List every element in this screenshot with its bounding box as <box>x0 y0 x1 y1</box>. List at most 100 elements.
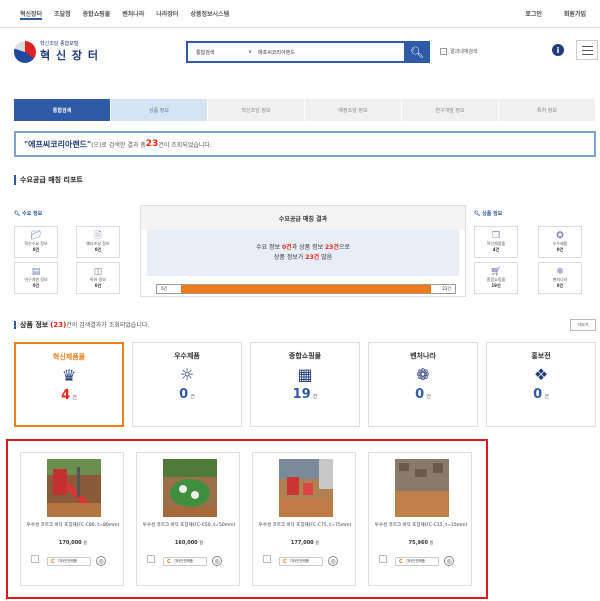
search-bar: 통합검색 ∨ 에프씨코리아랜드 🔍︎ <box>186 41 430 63</box>
topnav-shopping[interactable]: 종합쇼핑몰 <box>83 9 111 20</box>
category-badge[interactable]: C 기타안전제품 <box>395 557 439 566</box>
product-checkbox[interactable] <box>147 555 155 563</box>
category-shopping[interactable]: 종합쇼핑몰 ▦ 19 건 <box>250 342 360 427</box>
product-card[interactable]: 투수성 코르크 바닥 포장재(FC-C50, t=50mm) 160,000 원… <box>136 452 240 586</box>
more-button[interactable]: 더보기 <box>570 319 596 331</box>
product-card[interactable]: 투수성 코르크 바닥 포장재(FC-C75, t=75mm) 177,000 원… <box>252 452 356 586</box>
sun-icon: ☼ <box>179 365 195 384</box>
category-badge-icon: C <box>167 558 171 565</box>
demand-rnd[interactable]: ▤ 연구개발 정보 0건 <box>14 262 58 294</box>
demand-patent[interactable]: ◫ 특허 정보 0건 <box>76 262 120 294</box>
result-count: 23 <box>145 139 159 149</box>
badge-icon: ❖ <box>533 365 549 384</box>
bookmark-icon[interactable]: ◎ <box>96 556 106 566</box>
chart-icon: ◫ <box>93 267 103 277</box>
login-link[interactable]: 로그인 <box>525 9 542 18</box>
chevron-down-icon: ∨ <box>248 48 252 55</box>
demand-planned[interactable]: 🗎 예타조달 정보 0건 <box>76 226 120 258</box>
product-name: 투수성 코르크 바닥 포장재(FC-C75, t=75mm) <box>258 523 352 528</box>
tab-planned-procurement[interactable]: 예정조달 정보 <box>305 99 402 121</box>
folder-icon: 📁︎ <box>30 231 42 241</box>
product-innovation[interactable]: ❒ 혁신제품몰 4건 <box>474 226 518 258</box>
category-innovation[interactable]: 혁신제품몰 ♛ 4건 <box>14 342 124 427</box>
bookmark-icon[interactable]: ◎ <box>212 556 222 566</box>
store-icon: ▦ <box>297 365 313 384</box>
info-icon[interactable]: i <box>552 44 564 56</box>
category-badge-icon: C <box>283 558 287 565</box>
product-venture[interactable]: ❄ 벤처나라 0건 <box>538 262 582 294</box>
checkbox-label: 결과내재검색 <box>450 49 478 55</box>
product-card[interactable]: 투수성 코르크 바닥 포장재(FC-C15, t=15mm) 75,960 원 … <box>368 452 472 586</box>
category-excellent[interactable]: 우수제품 ☼ 0건 <box>132 342 242 427</box>
demand-innovation[interactable]: 📁︎ 혁신수요 정보 0건 <box>14 226 58 258</box>
topnav-innovation[interactable]: 혁신장터 <box>20 9 43 20</box>
result-summary: "에프씨코리아랜드" (으)로 검색한 결과 총 23 건이 조회되었습니다. <box>14 131 596 157</box>
product-name: 투수성 코르크 바닥 포장재(FC-C15, t=15mm) <box>374 523 468 528</box>
search-within-results[interactable]: 결과내재검색 <box>440 48 478 55</box>
search-scope-select[interactable]: 통합검색 ∨ <box>188 49 258 56</box>
tab-patent[interactable]: 특허 정보 <box>499 99 596 121</box>
product-card[interactable]: 투수성 코르크 바닥 포장재(FC-C80, t=80mm) 170,000 원… <box>20 452 124 586</box>
calendar-icon: ▤ <box>31 267 41 277</box>
topnav-nara[interactable]: 나라장터 <box>156 9 178 20</box>
product-checkbox[interactable] <box>379 555 387 563</box>
header: 혁신조달 종합포털 혁 신 장 터 통합검색 ∨ 에프씨코리아랜드 🔍︎ 결과내재… <box>0 30 600 80</box>
bookmark-icon[interactable]: ◎ <box>444 556 454 566</box>
category-row: 혁신제품몰 ♛ 4건 우수제품 ☼ 0건 종합쇼핑몰 ▦ 19 건 벤처나라 ❁ … <box>14 342 596 427</box>
tab-product[interactable]: 상품 정보 <box>111 99 208 121</box>
category-badge[interactable]: C 기타안전제품 <box>279 557 323 566</box>
demand-info-title: 🔍︎ 수요 정보 <box>14 211 43 217</box>
product-image <box>395 459 449 517</box>
category-badge[interactable]: C 기타안전제품 <box>47 557 91 566</box>
product-price: 160,000 원 <box>174 540 204 546</box>
product-section-header: 상품 정보 (23)건의 검색결과가 조회되었습니다. <box>14 320 149 330</box>
product-shopping[interactable]: 🛒︎ 종합쇼핑몰 19건 <box>474 262 518 294</box>
hamburger-menu-icon[interactable] <box>576 40 598 60</box>
signup-link[interactable]: 회원가입 <box>564 9 586 18</box>
product-image <box>47 459 101 517</box>
product-info-title: 🔍︎ 상품 정보 <box>474 211 503 217</box>
product-checkbox[interactable] <box>263 555 271 563</box>
tab-rnd[interactable]: 연구개발 정보 <box>402 99 499 121</box>
category-badge-icon: C <box>399 558 403 565</box>
product-section-title: 상품 정보 <box>14 321 49 329</box>
category-venture[interactable]: 벤처나라 ❁ 0건 <box>368 342 478 427</box>
logo-subtitle: 혁신조달 종합포털 <box>40 41 79 47</box>
search-icon: 🔍︎ <box>474 211 483 217</box>
medal-icon: ❁ <box>416 365 430 384</box>
matching-summary: 수요 정보 0건과 상품 정보 23건으로 상품 정보가 23건 많음 <box>147 230 459 276</box>
matching-progress-bar: 0건 23건 <box>156 284 456 294</box>
snowflake-icon: ❄ <box>556 267 564 277</box>
site-logo[interactable]: 혁신조달 종합포털 혁 신 장 터 <box>14 40 99 63</box>
search-input[interactable]: 에프씨코리아랜드 <box>258 49 404 56</box>
product-checkbox[interactable] <box>31 555 39 563</box>
topnav-pps[interactable]: 조달청 <box>54 9 71 20</box>
cube-icon: ❒ <box>491 231 501 241</box>
supply-section-title: 수요공급 매칭 리포트 <box>14 175 83 185</box>
product-section-count: (23) <box>50 321 67 329</box>
checkbox[interactable] <box>440 48 447 55</box>
topnav-product-system[interactable]: 상품정보시스템 <box>190 9 229 20</box>
product-image <box>279 459 333 517</box>
logo-title: 혁 신 장 터 <box>40 49 99 62</box>
category-badge-icon: C <box>51 558 55 565</box>
cart-icon: 🛒︎ <box>490 267 502 277</box>
product-excellent[interactable]: ✪ 우수제품 0건 <box>538 226 582 258</box>
topnav-venture[interactable]: 벤처나라 <box>122 9 144 20</box>
award-icon: ✪ <box>556 231 564 241</box>
category-badge[interactable]: C 기타안전제품 <box>163 557 207 566</box>
product-image <box>163 459 217 517</box>
crown-icon: ♛ <box>61 366 77 385</box>
logo-mark-icon <box>14 40 36 63</box>
bookmark-icon[interactable]: ◎ <box>328 556 338 566</box>
product-price: 177,000 원 <box>290 540 320 546</box>
tab-innovation-procurement[interactable]: 혁신조달 정보 <box>208 99 305 121</box>
search-button[interactable]: 🔍︎ <box>404 41 430 63</box>
search-tabs: 통합검색 상품 정보 혁신조달 정보 예정조달 정보 연구개발 정보 특허 정보 <box>14 99 596 121</box>
progress-fill <box>180 285 432 293</box>
matching-title: 수요공급 매칭 결과 <box>141 206 465 230</box>
search-query-text: "에프씨코리아랜드" <box>24 139 92 149</box>
product-name: 투수성 코르크 바닥 포장재(FC-C80, t=80mm) <box>26 523 120 528</box>
tab-integrated[interactable]: 통합검색 <box>14 99 111 121</box>
category-promotion[interactable]: 홍보전 ❖ 0건 <box>486 342 596 427</box>
